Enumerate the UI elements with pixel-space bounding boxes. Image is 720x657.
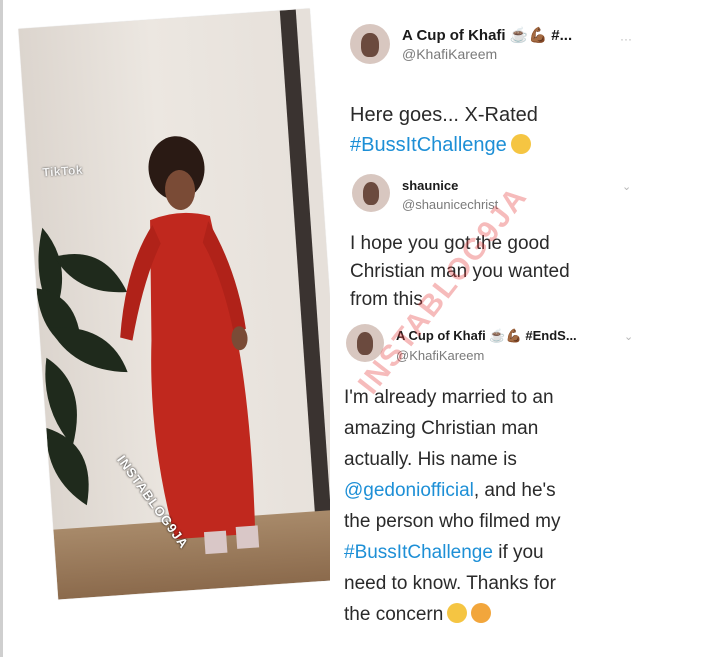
reply2-text-line-4: @gedoniofficial, and he's (344, 479, 556, 504)
avatar-khafi[interactable] (350, 24, 390, 64)
reply2-text-line-3: actually. His name is (344, 449, 517, 470)
hashtag-link[interactable]: #BussItChallenge (344, 542, 493, 563)
reply2-line4-rest: , and he's (473, 480, 556, 501)
tweet-author-name[interactable]: A Cup of Khafi ☕💪🏾 #... (402, 26, 572, 44)
reply2-text-line-8: the concern (344, 603, 492, 628)
reply2-text-line-2: amazing Christian man (344, 418, 539, 439)
reply2-line6-rest: if you (492, 542, 544, 563)
scene-illustration (36, 136, 260, 555)
tweet-author-handle[interactable]: @KhafiKareem (402, 46, 497, 62)
tweet-text-line-2: #BussItChallenge (350, 132, 531, 158)
reply2-text-line-5: the person who filmed my (344, 511, 561, 532)
wink-face-icon (447, 603, 468, 623)
more-dots-icon[interactable]: ··· (620, 32, 632, 46)
hashtag-link[interactable]: #BussItChallenge (350, 134, 507, 156)
reply2-text-line-6: #BussItChallenge if you (344, 541, 544, 566)
reply2-line8-text: the concern (344, 604, 444, 625)
nerd-face-icon (510, 134, 531, 154)
avatar-shaunice[interactable] (352, 174, 390, 212)
reply2-text-line-7: need to know. Thanks for (344, 573, 556, 594)
tiktok-logo-icon: TikTok (41, 162, 84, 180)
mention-link[interactable]: @gedoniofficial (344, 480, 474, 501)
reply1-author-name[interactable]: shaunice (402, 178, 458, 193)
left-border (0, 0, 3, 657)
video-still[interactable]: TikTok INSTABLOG9JA (18, 8, 350, 600)
chevron-down-icon[interactable]: ⌄ (622, 180, 631, 193)
chevron-down-icon[interactable]: ⌄ (624, 330, 633, 343)
kiss-face-icon (471, 603, 492, 623)
tweet-text-line-1: Here goes... X-Rated (350, 104, 538, 126)
person (120, 136, 260, 555)
tweet-screenshot: A Cup of Khafi ☕💪🏾 #... @KhafiKareem ···… (330, 14, 650, 634)
